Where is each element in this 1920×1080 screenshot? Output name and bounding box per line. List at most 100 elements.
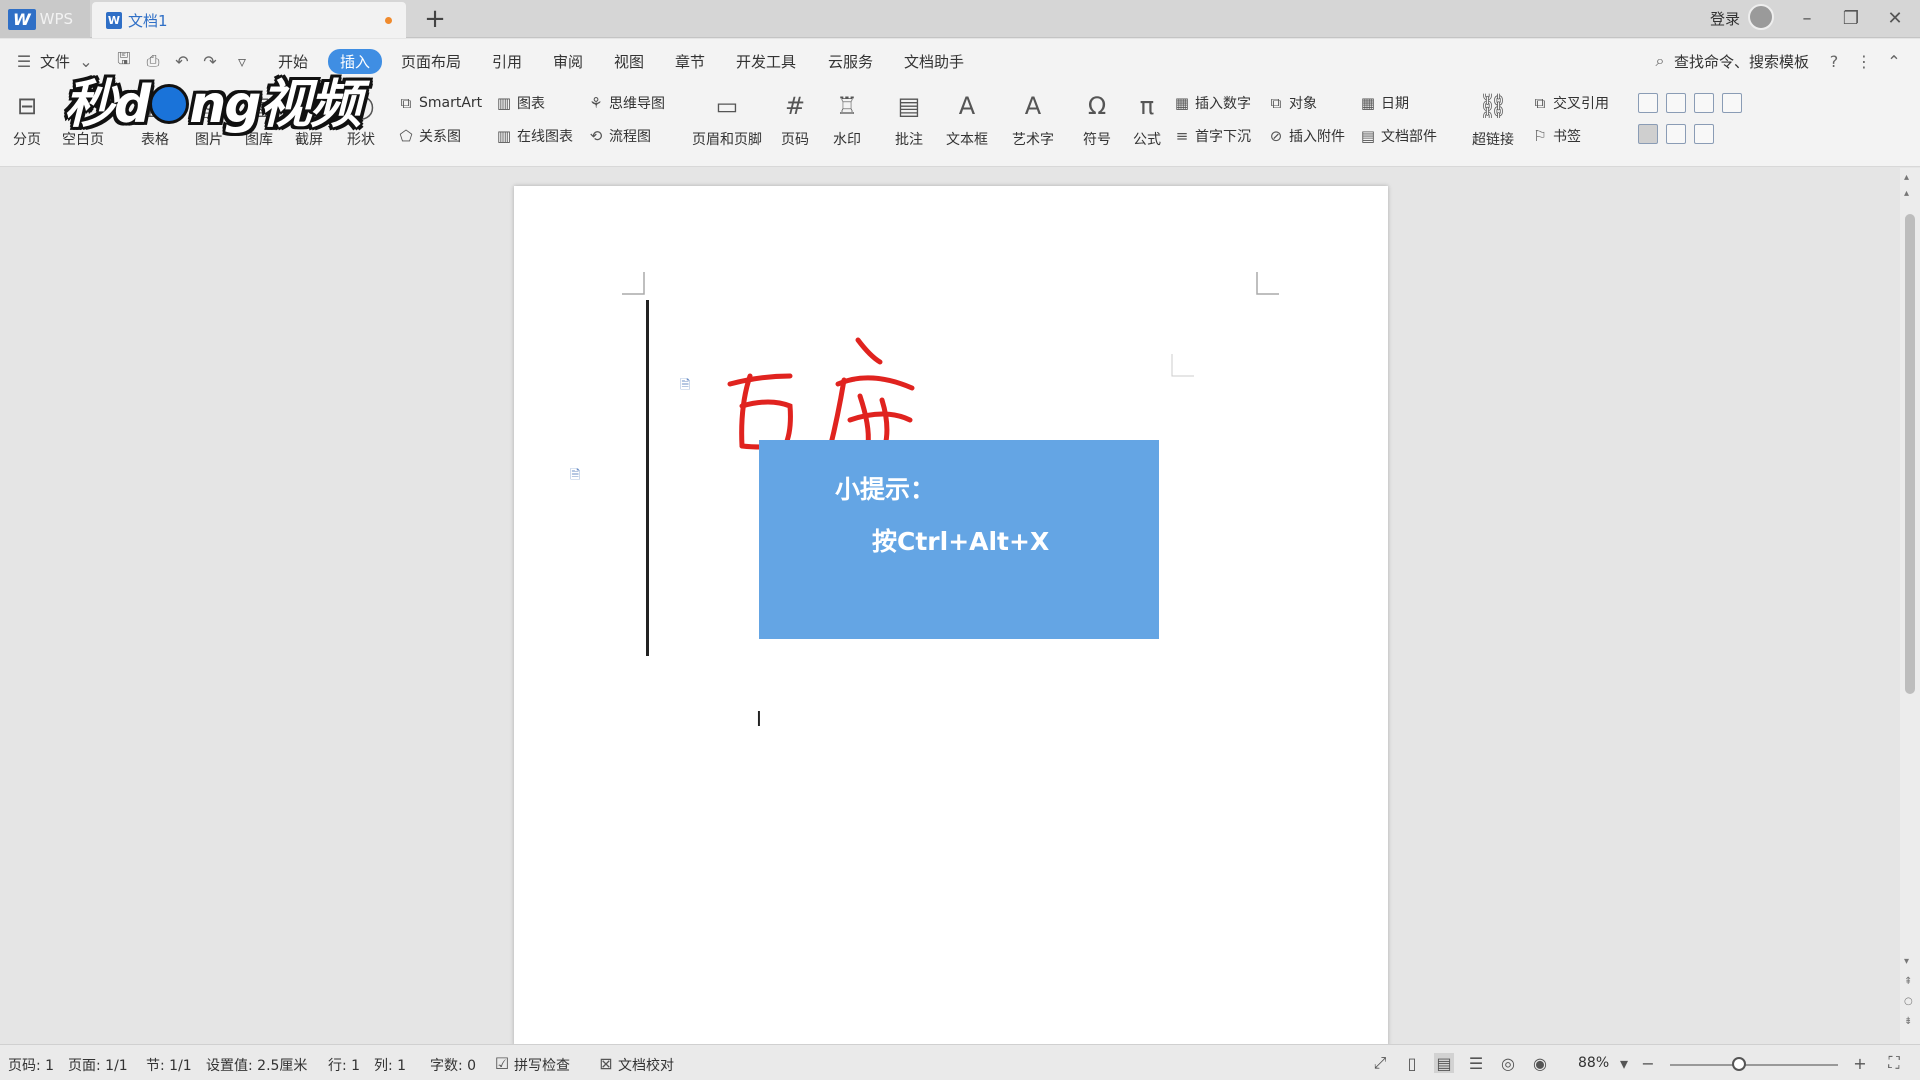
tab-view[interactable]: 视图 — [614, 51, 644, 72]
scroll-up-icon[interactable]: ▴ — [1904, 188, 1909, 199]
status-setting[interactable]: 设置值: 2.5厘米 — [206, 1055, 307, 1075]
vertical-scrollbar[interactable]: ▴ ▴ ▾ ⇞ ○ ⇟ — [1900, 168, 1920, 1044]
status-pages[interactable]: 页面: 1/1 — [68, 1055, 128, 1075]
tab-doc-assistant[interactable]: 文档助手 — [904, 51, 964, 72]
watermark-icon: ♖ — [836, 92, 858, 120]
online-chart-button[interactable]: ▥ 在线图表 — [494, 126, 573, 146]
control-frame-icon[interactable] — [1694, 124, 1714, 144]
spell-check-icon: ☑ — [494, 1053, 510, 1073]
close-button[interactable]: ✕ — [1880, 4, 1910, 32]
zoom-out-button[interactable]: − — [1638, 1053, 1658, 1073]
watermark-button[interactable]: ♖ 水印 — [830, 89, 864, 149]
status-section[interactable]: 节: 1/1 — [146, 1055, 192, 1075]
date-button[interactable]: ▦ 日期 — [1358, 93, 1409, 113]
user-avatar-icon[interactable] — [1748, 4, 1774, 30]
dropcap-button[interactable]: ≡ 首字下沉 — [1172, 126, 1251, 146]
insert-number-label: 插入数字 — [1195, 96, 1251, 112]
textbox-button[interactable]: A 文本框 — [946, 89, 988, 149]
flowchart-button[interactable]: ⟲ 流程图 — [586, 126, 651, 146]
vertical-line-shape[interactable] — [646, 300, 649, 656]
tab-cloud[interactable]: 云服务 — [828, 51, 873, 72]
symbol-button[interactable]: Ω 符号 — [1080, 89, 1114, 149]
control-image-icon[interactable] — [1722, 93, 1742, 113]
eye-protection-icon[interactable]: ◉ — [1530, 1053, 1550, 1073]
paperclip-icon: ⊘ — [1269, 127, 1283, 145]
insert-number-button[interactable]: ▦ 插入数字 — [1172, 93, 1251, 113]
pi-formula-icon: π — [1139, 92, 1155, 120]
page-number-button[interactable]: # 页码 — [778, 89, 812, 149]
tab-review[interactable]: 审阅 — [553, 51, 583, 72]
smartart-label: SmartArt — [419, 95, 483, 111]
wordart-button[interactable]: A 艺术字 — [1012, 89, 1054, 149]
control-checkbox-icon[interactable] — [1666, 93, 1686, 113]
help-icon[interactable]: ? — [1824, 51, 1844, 71]
document-tab[interactable]: W 文档1 — [92, 2, 406, 38]
formula-button[interactable]: π 公式 — [1130, 89, 1164, 149]
doc-proof-button[interactable]: 文档校对 — [618, 1055, 674, 1075]
header-footer-button[interactable]: ▭ 页眉和页脚 — [692, 89, 762, 149]
more-options-icon[interactable]: ⋮ — [1854, 51, 1874, 71]
zoom-level[interactable]: 88% — [1578, 1055, 1609, 1071]
collapse-ribbon-icon[interactable]: ⌃ — [1884, 51, 1904, 71]
zoom-slider-track[interactable] — [1670, 1064, 1838, 1066]
status-page-number[interactable]: 页码: 1 — [8, 1055, 54, 1075]
wps-home-tab[interactable]: W WPS — [0, 0, 90, 38]
control-combo-icon[interactable] — [1666, 124, 1686, 144]
status-word-count[interactable]: 字数: 0 — [430, 1055, 476, 1075]
hyperlink-button[interactable]: ⛓ 超链接 — [1472, 89, 1514, 149]
minimize-button[interactable]: – — [1792, 4, 1822, 32]
tip-shortcut-text: 按Ctrl+Alt+X — [872, 527, 1050, 556]
control-richtext-icon[interactable] — [1638, 124, 1658, 144]
scrollbar-thumb[interactable] — [1905, 214, 1915, 694]
bookmark-button[interactable]: ⚐ 书签 — [1530, 126, 1581, 146]
prev-page-icon[interactable]: ⇞ — [1904, 976, 1912, 987]
spell-check-button[interactable]: 拼写检查 — [514, 1055, 570, 1075]
zoom-in-button[interactable]: + — [1850, 1053, 1870, 1073]
smartart-button[interactable]: ⧉ SmartArt — [396, 93, 483, 113]
new-tab-button[interactable]: + — [420, 4, 450, 34]
mindmap-button[interactable]: ⚘ 思维导图 — [586, 93, 665, 113]
wordart-label: 艺术字 — [1012, 132, 1054, 148]
page-break-button[interactable]: ⊟ 分页 — [10, 89, 44, 149]
hamburger-menu-icon[interactable]: ☰ — [14, 51, 34, 71]
object-button[interactable]: ⧉ 对象 — [1266, 93, 1317, 113]
scroll-down-icon[interactable]: ▾ — [1904, 956, 1909, 967]
login-link[interactable]: 登录 — [1710, 8, 1740, 29]
reading-view-icon[interactable]: ▯ — [1402, 1053, 1422, 1073]
attachment-button[interactable]: ⊘ 插入附件 — [1266, 126, 1345, 146]
web-view-icon[interactable]: ◎ — [1498, 1053, 1518, 1073]
chart-button[interactable]: ▥ 图表 — [494, 93, 545, 113]
watermark-text-left: 秒d — [64, 75, 151, 135]
fit-page-icon[interactable]: ⛶ — [1884, 1053, 1904, 1073]
comment-button[interactable]: ▤ 批注 — [892, 89, 926, 149]
writer-doc-icon: W — [106, 11, 122, 29]
fullscreen-icon[interactable]: ⤢ — [1370, 1053, 1390, 1073]
tab-chapter[interactable]: 章节 — [675, 51, 705, 72]
status-row[interactable]: 行: 1 — [328, 1055, 360, 1075]
page-view-icon[interactable]: ▤ — [1434, 1053, 1454, 1073]
zoom-slider-knob[interactable] — [1732, 1057, 1746, 1071]
doc-parts-button[interactable]: ▤ 文档部件 — [1358, 126, 1437, 146]
paragraph-anchor-icon[interactable]: 🗎 — [680, 376, 696, 393]
status-column[interactable]: 列: 1 — [374, 1055, 406, 1075]
tab-developer[interactable]: 开发工具 — [736, 51, 796, 72]
paragraph-anchor-icon-2[interactable]: 🗎 — [570, 466, 586, 483]
zoom-dropdown-icon[interactable]: ▾ — [1614, 1053, 1634, 1073]
next-page-icon[interactable]: ⇟ — [1904, 1016, 1912, 1027]
wps-app-name: WPS — [39, 10, 74, 28]
select-browse-icon[interactable]: ○ — [1904, 996, 1913, 1007]
online-chart-icon: ▥ — [496, 127, 512, 145]
outline-view-icon[interactable]: ☰ — [1466, 1053, 1486, 1073]
control-textbox-icon[interactable] — [1638, 93, 1658, 113]
page-break-label: 分页 — [13, 132, 41, 148]
command-search-box[interactable]: 查找命令、搜索模板 — [1674, 51, 1809, 72]
cross-reference-button[interactable]: ⧉ 交叉引用 — [1530, 93, 1609, 113]
tab-page-layout[interactable]: 页面布局 — [401, 51, 461, 72]
control-list-icon[interactable] — [1694, 93, 1714, 113]
restore-button[interactable]: ❐ — [1836, 4, 1866, 32]
relation-chart-button[interactable]: ⬠ 关系图 — [396, 126, 461, 146]
video-watermark-logo: 秒d ng视频 — [64, 62, 361, 137]
scroll-top-icon[interactable]: ▴ — [1904, 172, 1909, 183]
tab-references[interactable]: 引用 — [492, 51, 522, 72]
chart-icon: ▥ — [496, 94, 512, 112]
